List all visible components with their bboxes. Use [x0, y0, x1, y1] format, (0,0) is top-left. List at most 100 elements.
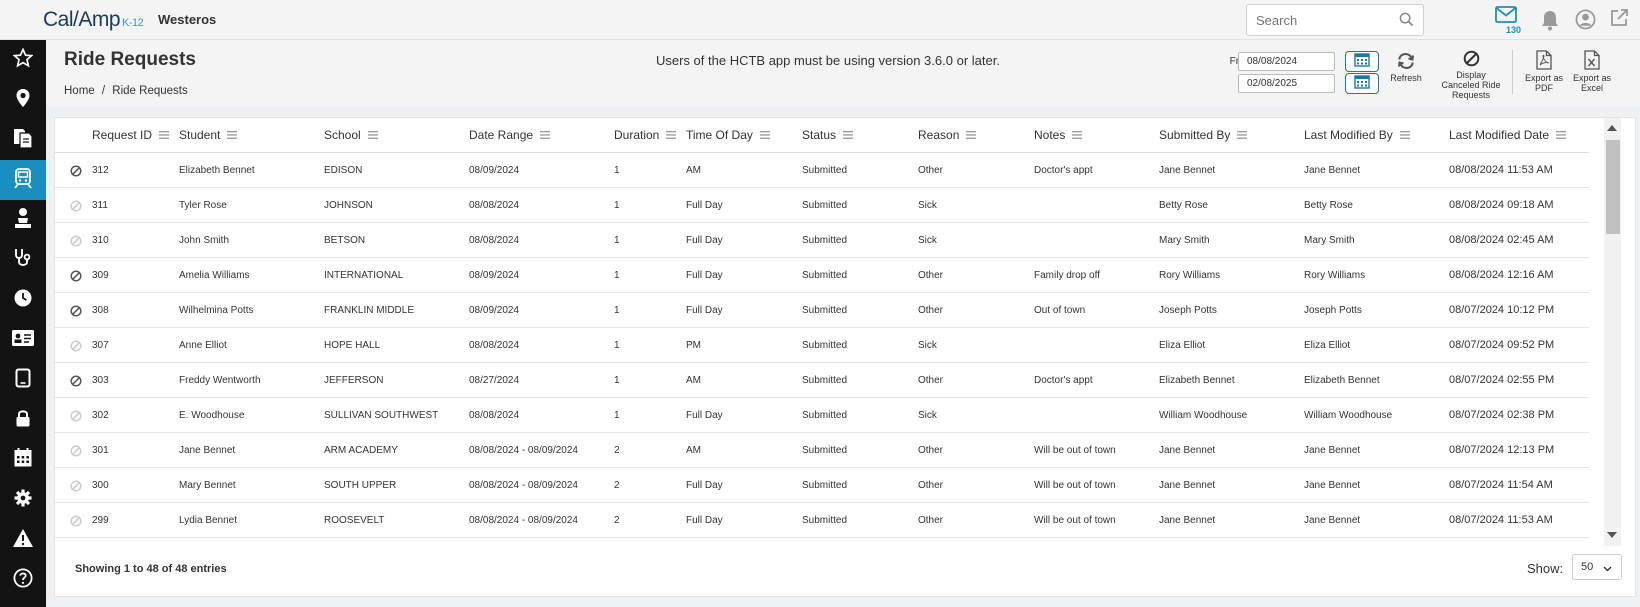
- column-menu-icon[interactable]: [1072, 128, 1083, 142]
- cancel-request-icon[interactable]: [70, 269, 82, 287]
- sidebar-item-students[interactable]: [0, 200, 46, 240]
- column-menu-icon[interactable]: [540, 128, 551, 142]
- column-header-school[interactable]: School: [324, 128, 378, 142]
- column-menu-icon[interactable]: [759, 128, 770, 142]
- column-menu-icon[interactable]: [367, 128, 378, 142]
- sidebar-item-health[interactable]: [0, 240, 46, 280]
- refresh-label: Refresh: [1390, 73, 1422, 83]
- cell-time-of-day: Full Day: [686, 515, 723, 526]
- column-header-status[interactable]: Status: [802, 128, 854, 142]
- cell-reason: Sick: [918, 340, 937, 351]
- table-row[interactable]: 300 Mary Bennet SOUTH UPPER 08/08/2024 - 08…: [55, 468, 1589, 503]
- cancel-request-icon[interactable]: [70, 164, 82, 182]
- table-scrollbar[interactable]: [1604, 118, 1621, 546]
- sidebar-item-id-cards[interactable]: [0, 320, 46, 360]
- cancel-request-icon: [70, 199, 82, 217]
- to-date-input[interactable]: [1238, 74, 1335, 93]
- column-header-last-modified-by[interactable]: Last Modified By: [1304, 128, 1410, 142]
- cell-reason: Other: [918, 480, 944, 491]
- to-date-picker-button[interactable]: [1345, 73, 1379, 94]
- export-excel-button[interactable]: Export as Excel: [1572, 50, 1612, 93]
- column-header-notes[interactable]: Notes: [1034, 128, 1083, 142]
- cell-school: BETSON: [324, 235, 366, 246]
- column-header-submitted-by[interactable]: Submitted By: [1159, 128, 1248, 142]
- sidebar-item-alerts[interactable]: [0, 520, 46, 560]
- from-date-input[interactable]: [1238, 52, 1335, 71]
- cell-school: FRANKLIN MIDDLE: [324, 305, 415, 316]
- cell-last-modified-by: Eliza Elliot: [1304, 340, 1351, 351]
- column-header-time-of-day[interactable]: Time Of Day: [686, 128, 770, 142]
- column-header-student[interactable]: Student: [179, 128, 238, 142]
- cell-reason: Other: [918, 305, 944, 316]
- help-icon: [13, 567, 33, 593]
- table-row[interactable]: 299 Lydia Bennet ROOSEVELT 08/08/2024 - 08/…: [55, 503, 1589, 538]
- scroll-thumb[interactable]: [1606, 140, 1620, 234]
- column-menu-icon[interactable]: [966, 128, 977, 142]
- cell-student: Wilhelmina Potts: [179, 305, 254, 316]
- search-icon[interactable]: [1399, 12, 1414, 32]
- cell-submitted-by: Mary Smith: [1159, 235, 1210, 246]
- cell-date-range: 08/08/2024 - 08/09/2024: [469, 445, 578, 456]
- search-input[interactable]: [1247, 5, 1387, 35]
- display-canceled-button[interactable]: Display Canceled Ride Requests: [1441, 50, 1501, 100]
- external-link-icon[interactable]: [1609, 8, 1629, 33]
- table-row[interactable]: 301 Jane Bennet ARM ACADEMY 08/08/2024 - 08…: [55, 433, 1589, 468]
- refresh-button[interactable]: Refresh: [1386, 52, 1426, 83]
- column-label: Duration: [614, 128, 660, 142]
- column-label: Reason: [918, 128, 960, 142]
- sidebar-item-settings[interactable]: [0, 480, 46, 520]
- column-label: Date Range: [469, 128, 534, 142]
- sidebar-item-locations[interactable]: [0, 80, 46, 120]
- column-menu-icon[interactable]: [843, 128, 854, 142]
- app-logo[interactable]: Cal/Amp K-12: [43, 8, 144, 32]
- table-row[interactable]: 307 Anne Elliot HOPE HALL 08/08/2024 1 PM Subm…: [55, 328, 1589, 363]
- cell-request-id: 302: [92, 410, 109, 421]
- table-row[interactable]: 302 E. Woodhouse SULLIVAN SOUTHWEST 08/08/2…: [55, 398, 1589, 433]
- column-header-duration[interactable]: Duration: [614, 128, 677, 142]
- cell-request-id: 308: [92, 305, 109, 316]
- column-menu-icon[interactable]: [227, 128, 238, 142]
- scroll-down-arrow[interactable]: [1607, 532, 1617, 538]
- column-menu-icon[interactable]: [1399, 128, 1410, 142]
- sidebar-item-history[interactable]: [0, 280, 46, 320]
- from-date-picker-button[interactable]: [1345, 51, 1379, 72]
- cell-time-of-day: Full Day: [686, 200, 723, 211]
- sidebar-item-devices[interactable]: [0, 360, 46, 400]
- cell-last-modified-by: Rory Williams: [1304, 270, 1366, 281]
- sidebar-item-documents[interactable]: [0, 120, 46, 160]
- column-header-last-modified-date[interactable]: Last Modified Date: [1449, 128, 1567, 142]
- page-size-select[interactable]: 50: [1572, 554, 1622, 580]
- column-menu-icon[interactable]: [159, 128, 170, 142]
- documents-icon: [12, 127, 34, 154]
- sidebar-item-transportation[interactable]: [0, 160, 46, 200]
- scroll-up-arrow[interactable]: [1607, 125, 1617, 131]
- column-menu-icon[interactable]: [666, 128, 677, 142]
- column-header-reason[interactable]: Reason: [918, 128, 977, 142]
- column-label: Submitted By: [1159, 128, 1231, 142]
- cell-duration: 1: [614, 270, 620, 281]
- column-header-date-range[interactable]: Date Range: [469, 128, 551, 142]
- table-row[interactable]: 312 Elizabeth Bennet EDISON 08/09/2024 1 AM Su…: [55, 153, 1589, 188]
- table-row[interactable]: 308 Wilhelmina Potts FRANKLIN MIDDLE 08/09/…: [55, 293, 1589, 328]
- cancel-request-icon[interactable]: [70, 374, 82, 392]
- bell-icon[interactable]: [1540, 9, 1560, 36]
- table-row[interactable]: 309 Amelia Williams INTERNATIONAL 08/09/202…: [55, 258, 1589, 293]
- cell-request-id: 312: [92, 165, 109, 176]
- cell-submitted-by: William Woodhouse: [1159, 410, 1248, 421]
- column-menu-icon[interactable]: [1556, 128, 1567, 142]
- sidebar-item-favorites[interactable]: [0, 40, 46, 80]
- column-header-request-id[interactable]: Request ID: [92, 128, 170, 142]
- table-row[interactable]: 310 John Smith BETSON 08/08/2024 1 Full Day Su…: [55, 223, 1589, 258]
- sidebar-item-help[interactable]: [0, 560, 46, 600]
- table-row[interactable]: 303 Freddy Wentworth JEFFERSON 08/27/2024 1 A…: [55, 363, 1589, 398]
- sidebar-item-calendar[interactable]: [0, 440, 46, 480]
- column-menu-icon[interactable]: [1237, 128, 1248, 142]
- cancel-request-icon[interactable]: [70, 304, 82, 322]
- table-row[interactable]: 311 Tyler Rose JOHNSON 08/08/2024 1 Full Day S…: [55, 188, 1589, 223]
- cell-last-modified-date: 08/07/2024 12:13 PM: [1449, 444, 1555, 456]
- sidebar-item-security[interactable]: [0, 400, 46, 440]
- cell-last-modified-date: 08/08/2024 11:53 AM: [1449, 164, 1553, 176]
- breadcrumb-home-link[interactable]: Home: [64, 85, 95, 97]
- user-account-icon[interactable]: [1575, 9, 1596, 35]
- export-pdf-button[interactable]: Export as PDF: [1524, 50, 1564, 93]
